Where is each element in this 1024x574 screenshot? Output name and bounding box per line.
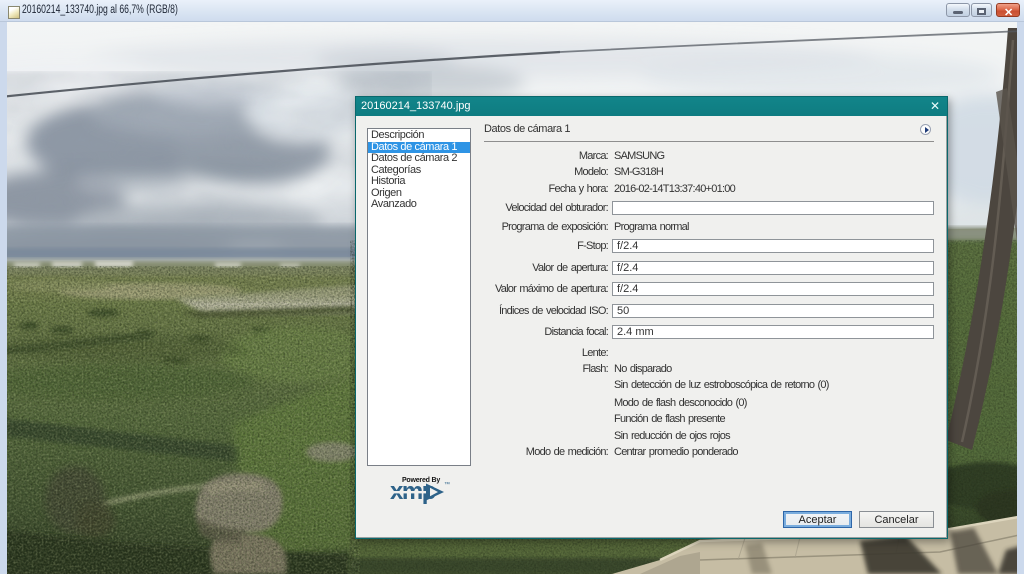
svg-text:™: ™ [444, 481, 450, 488]
